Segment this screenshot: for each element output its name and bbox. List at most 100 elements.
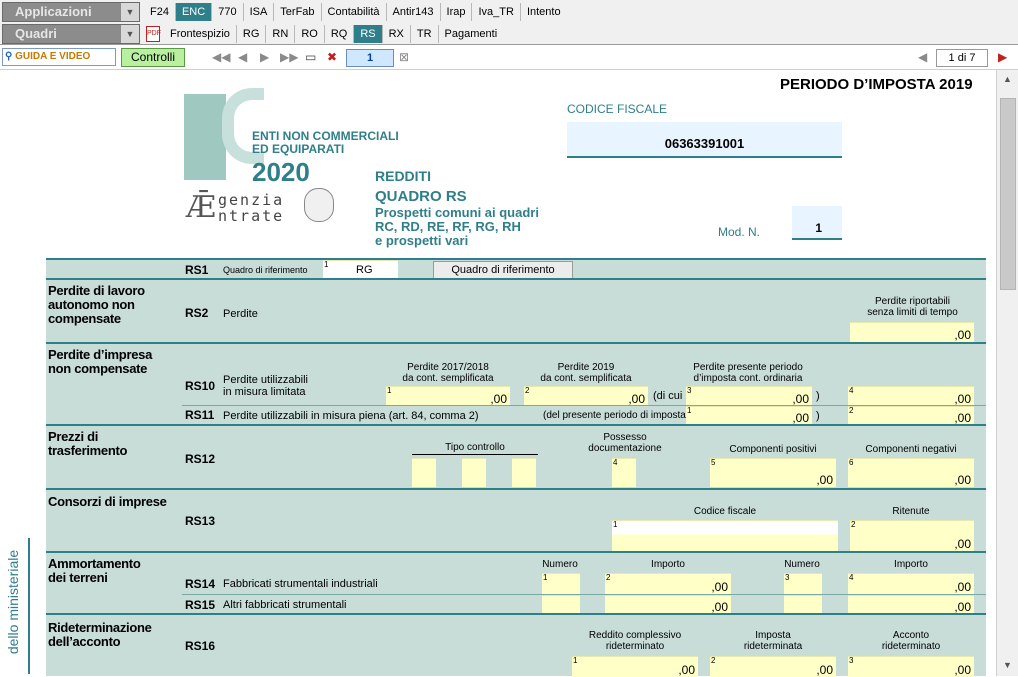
tab-irap[interactable]: Irap bbox=[439, 3, 472, 21]
next-form-icon[interactable]: ▶ bbox=[998, 50, 1007, 64]
applicazioni-dropdown[interactable]: Applicazioni ▼ bbox=[2, 2, 140, 22]
rs15-importo-field[interactable]: ,00 bbox=[605, 595, 731, 614]
rs10-col2-label: Perdite 2019 da cont. semplificata bbox=[524, 362, 648, 384]
field-value: ,00 bbox=[954, 392, 971, 406]
rs12-negativi-field[interactable]: 6 ,00 bbox=[848, 458, 974, 487]
rs13-ritenute-field[interactable]: 2 ,00 bbox=[850, 520, 974, 551]
tab-pagamenti[interactable]: Pagamenti bbox=[437, 25, 504, 43]
tab-frontespizio[interactable]: Frontespizio bbox=[164, 25, 236, 43]
tab-terfab[interactable]: TerFab bbox=[273, 3, 320, 21]
field-number: 4 bbox=[849, 386, 854, 395]
prev-page-icon[interactable]: ◀ bbox=[238, 50, 247, 64]
field-value: ,00 bbox=[792, 411, 809, 425]
field-value: ,00 bbox=[678, 663, 695, 677]
label-line: Perdite utilizzabili bbox=[223, 374, 308, 386]
tab-rq[interactable]: RQ bbox=[323, 25, 354, 43]
tab-contabilita[interactable]: Contabilità bbox=[320, 3, 386, 21]
rs16-acconto-field[interactable]: 3 ,00 bbox=[848, 656, 974, 677]
tab-770[interactable]: 770 bbox=[211, 3, 242, 21]
tab-ro[interactable]: RO bbox=[294, 25, 324, 43]
controlli-button[interactable]: Controlli bbox=[121, 48, 185, 67]
chevron-down-icon[interactable]: ▼ bbox=[120, 3, 139, 21]
rs12-tipo-b-field[interactable] bbox=[462, 458, 486, 487]
logo-text: ENTI NON COMMERCIALI ED EQUIPARATI bbox=[252, 130, 399, 156]
rs1-quadro-field[interactable]: 1 RG bbox=[323, 260, 398, 279]
tab-enc[interactable]: ENC bbox=[174, 3, 212, 21]
section-rideterminazione: Rideterminazione dell’acconto bbox=[48, 621, 152, 649]
scroll-up-icon[interactable]: ▲ bbox=[1003, 74, 1012, 84]
rs12-tipo-a-field[interactable] bbox=[412, 458, 436, 487]
codice-fiscale-field[interactable]: 06363391001 bbox=[567, 122, 842, 158]
rs12-positivi-field[interactable]: 5 ,00 bbox=[710, 458, 836, 487]
rs15-numero-field-2[interactable] bbox=[784, 595, 822, 614]
field-number: 1 bbox=[324, 260, 329, 269]
rs11-label2: (del presente periodo di imposta bbox=[543, 410, 686, 421]
rs2-perdite-field[interactable]: ,00 bbox=[850, 322, 974, 342]
rs15-importo-field-2[interactable]: ,00 bbox=[848, 595, 974, 614]
pdf-icon[interactable]: PDF bbox=[146, 26, 161, 42]
first-page-icon[interactable]: ◀◀ bbox=[212, 50, 230, 64]
desc-line3: e prospetti vari bbox=[375, 233, 469, 248]
next-page-icon[interactable]: ▶ bbox=[260, 50, 269, 64]
tab-f24[interactable]: F24 bbox=[144, 3, 175, 21]
rs10-field-3[interactable]: 3 ,00 bbox=[686, 386, 812, 406]
field-number: 6 bbox=[849, 458, 854, 467]
tab-isa[interactable]: ISA bbox=[242, 3, 274, 21]
quadri-dropdown[interactable]: Quadri ▼ bbox=[2, 24, 140, 44]
vertical-scrollbar[interactable]: ▲ ▼ bbox=[996, 70, 1018, 676]
rs10-field-1[interactable]: 1 ,00 bbox=[386, 386, 510, 406]
rs12-possesso-field[interactable]: 4 bbox=[612, 458, 636, 487]
agenzia-line1: genzia bbox=[218, 191, 285, 209]
rs16-col3-label: Acconto rideterminato bbox=[848, 630, 974, 652]
rs16-reddito-field[interactable]: 1 ,00 bbox=[572, 656, 698, 677]
rs11-label: Perdite utilizzabili in misura piena (ar… bbox=[223, 410, 479, 422]
new-page-icon[interactable]: ▭ bbox=[305, 50, 316, 64]
tab-tr[interactable]: TR bbox=[409, 25, 438, 43]
tab-iva-tr[interactable]: Iva_TR bbox=[471, 3, 519, 21]
scrollbar-thumb[interactable] bbox=[1000, 98, 1016, 290]
last-page-icon[interactable]: ▶▶ bbox=[280, 50, 298, 64]
tab-intento[interactable]: Intento bbox=[519, 3, 567, 21]
delete-page-icon[interactable]: ✖ bbox=[327, 50, 337, 64]
side-text: dello ministeriale bbox=[5, 549, 21, 655]
rs15-numero-field[interactable] bbox=[542, 595, 580, 614]
section-consorzi: Consorzi di imprese bbox=[48, 494, 167, 509]
tab-rx[interactable]: RX bbox=[381, 25, 410, 43]
field-value: ,00 bbox=[954, 411, 971, 425]
chevron-down-icon[interactable]: ▼ bbox=[120, 25, 139, 43]
rs12-tipo-c-field[interactable] bbox=[512, 458, 536, 487]
rs12-code: RS12 bbox=[185, 452, 216, 466]
prev-form-icon[interactable]: ◀ bbox=[918, 50, 927, 64]
tab-rs[interactable]: RS bbox=[353, 25, 382, 43]
rs16-col1-label: Reddito complessivo rideterminato bbox=[572, 630, 698, 652]
tab-rg[interactable]: RG bbox=[235, 25, 266, 43]
page-number-input[interactable]: 1 bbox=[346, 49, 394, 67]
modn-field[interactable]: 1 bbox=[792, 206, 842, 240]
quadro-riferimento-button[interactable]: Quadro di riferimento bbox=[433, 261, 573, 279]
rs14-numero-field-2[interactable]: 3 bbox=[784, 573, 822, 594]
section-line: autonomo non bbox=[48, 297, 135, 312]
rs11-field-1[interactable]: 1 ,00 bbox=[686, 406, 812, 425]
rs1-label: Quadro di riferimento bbox=[223, 265, 308, 275]
tab-antir143[interactable]: Antir143 bbox=[385, 3, 440, 21]
field-value: ,00 bbox=[711, 600, 728, 614]
close-page-icon[interactable]: ⊠ bbox=[399, 50, 409, 64]
rs10-field-2[interactable]: 2 ,00 bbox=[524, 386, 648, 406]
section-line: trasferimento bbox=[48, 443, 128, 458]
col-line: Reddito complessivo bbox=[588, 630, 682, 641]
guida-video-button[interactable]: ⚲ GUIDA E VIDEO bbox=[2, 48, 116, 66]
rs11-field-2[interactable]: 2 ,00 bbox=[848, 406, 974, 425]
rs14-importo-field[interactable]: 2 ,00 bbox=[605, 573, 731, 594]
scroll-down-icon[interactable]: ▼ bbox=[1003, 660, 1012, 670]
rs10-field-4[interactable]: 4 ,00 bbox=[848, 386, 974, 406]
applicazioni-label: Applicazioni bbox=[15, 4, 92, 19]
section-prezzi: Prezzi di trasferimento bbox=[48, 430, 127, 458]
rs16-imposta-field[interactable]: 2 ,00 bbox=[710, 656, 836, 677]
field-value: ,00 bbox=[792, 392, 809, 406]
tab-rn[interactable]: RN bbox=[265, 25, 294, 43]
rs14-importo-field-2[interactable]: 4 ,00 bbox=[848, 573, 974, 594]
section-line: Ammortamento bbox=[48, 556, 141, 571]
col-line: da cont. semplificata bbox=[540, 373, 632, 384]
rs14-numero-field[interactable]: 1 bbox=[542, 573, 580, 594]
rs13-cf-field[interactable]: 1 bbox=[612, 520, 838, 551]
